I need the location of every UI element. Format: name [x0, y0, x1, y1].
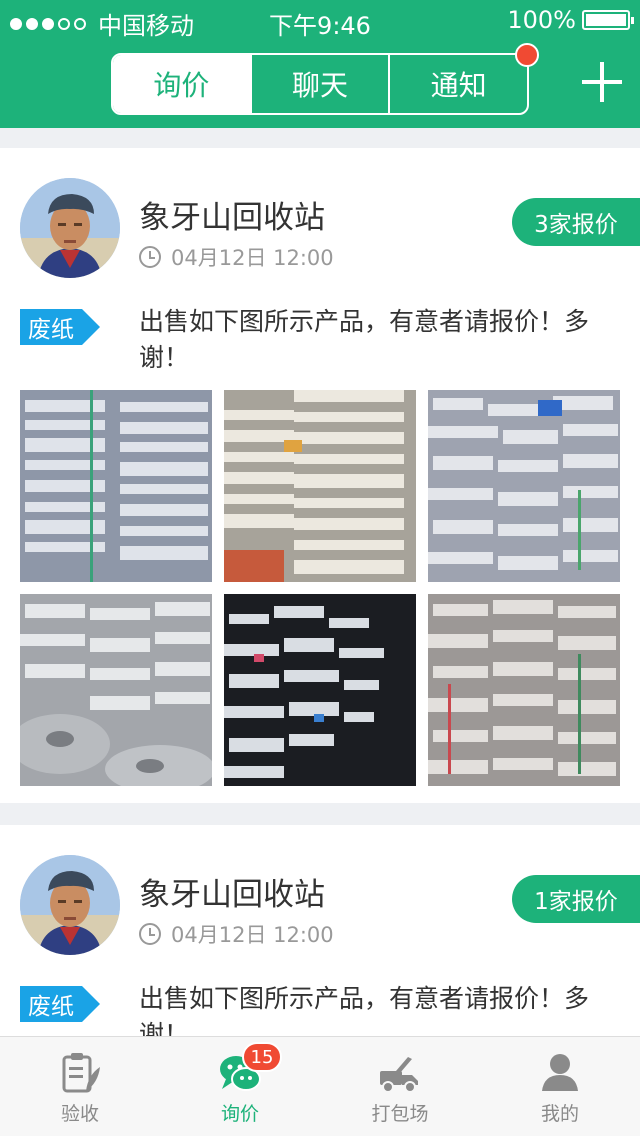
photo-thumbnail[interactable]	[428, 594, 620, 786]
avatar[interactable]	[20, 178, 120, 278]
tab-chat[interactable]: 聊天	[249, 55, 389, 113]
quote-count-button[interactable]: 1家报价	[512, 875, 640, 923]
unread-badge: 15	[242, 1042, 282, 1072]
tabbar-label: 询价	[220, 1103, 259, 1125]
post-time: 04月12日 12:00	[139, 242, 334, 272]
photo-thumbnail[interactable]	[20, 594, 212, 786]
clock-icon	[139, 923, 161, 945]
clock-icon	[139, 246, 161, 268]
category-tag: 废纸	[20, 986, 100, 1022]
post-card[interactable]: 象牙山回收站 04月12日 12:00 1家报价 废纸 出售如下图所示产品，有意…	[0, 825, 640, 1036]
person-icon	[542, 1054, 578, 1091]
avatar[interactable]	[20, 855, 120, 955]
battery-icon	[582, 10, 634, 30]
post-time: 04月12日 12:00	[139, 919, 334, 949]
category-tag: 废纸	[20, 309, 100, 345]
bottom-tab-bar: 验收 询价 打包场 我的	[0, 1036, 640, 1136]
app-header: 中国移动 下午9:46 100% 询价 聊天 通知	[0, 0, 640, 128]
tabbar-label: 打包场	[371, 1103, 429, 1125]
photo-thumbnail[interactable]	[224, 390, 416, 582]
post-card[interactable]: 象牙山回收站 04月12日 12:00 3家报价 废纸 出售如下图所示产品，有意…	[0, 148, 640, 803]
seller-name: 象牙山回收站	[139, 200, 325, 236]
tab-notifications[interactable]: 通知	[388, 55, 527, 113]
tabbar-item-packing-yard[interactable]: 打包场	[320, 1037, 480, 1136]
clipboard-icon	[62, 1053, 100, 1093]
segmented-tabs: 询价 聊天 通知	[111, 43, 539, 115]
tabbar-label: 验收	[60, 1103, 99, 1125]
battery-status: 100%	[507, 6, 634, 34]
post-description: 出售如下图所示产品，有意者请报价！多谢！	[139, 984, 590, 1036]
tabbar-item-acceptance[interactable]: 验收	[0, 1037, 160, 1136]
battery-percent: 100%	[507, 6, 576, 34]
notification-dot	[515, 43, 539, 67]
quote-count-button[interactable]: 3家报价	[512, 198, 640, 246]
photo-thumbnail[interactable]	[20, 390, 212, 582]
truck-icon	[380, 1057, 418, 1093]
photo-thumbnail[interactable]	[224, 594, 416, 786]
tabbar-label: 我的	[540, 1103, 579, 1125]
plus-icon[interactable]	[582, 62, 622, 102]
photo-thumbnail[interactable]	[428, 390, 620, 582]
post-time-text: 04月12日 12:00	[171, 923, 334, 947]
status-bar: 中国移动 下午9:46 100%	[0, 0, 640, 40]
post-time-text: 04月12日 12:00	[171, 246, 334, 270]
tabbar-item-profile[interactable]: 我的	[480, 1037, 640, 1136]
seller-name: 象牙山回收站	[139, 877, 325, 913]
tabbar-item-inquiry[interactable]: 询价	[160, 1037, 320, 1136]
post-description: 出售如下图所示产品，有意者请报价！多谢！	[139, 307, 590, 372]
tab-inquiry[interactable]: 询价	[113, 55, 250, 113]
